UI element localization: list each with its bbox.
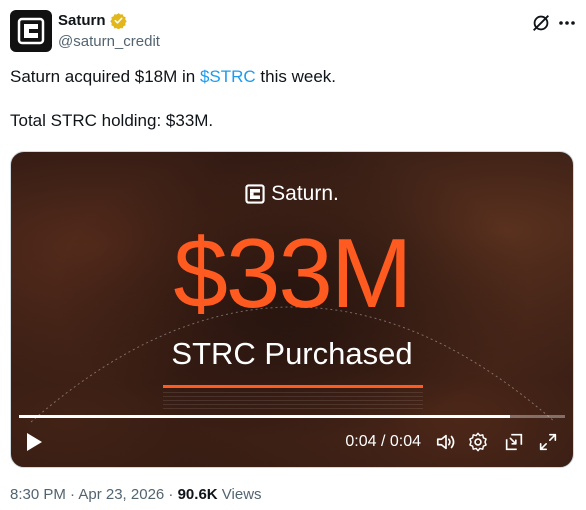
- video-progress-fill: [19, 415, 511, 418]
- author-name-row: Saturn: [58, 12, 127, 29]
- video-progress-bar[interactable]: [19, 415, 565, 418]
- saturn-logo-icon: [17, 17, 45, 45]
- more-icon: [559, 21, 575, 25]
- author-handle[interactable]: @saturn_credit: [58, 33, 160, 50]
- volume-icon[interactable]: [435, 431, 457, 453]
- tweet-text: Saturn acquired $18M in $STRC this week.…: [10, 66, 570, 132]
- tweet-line-1-suffix: this week.: [255, 67, 336, 86]
- saturn-logo-icon: [245, 184, 265, 204]
- video-subtitle: STRC Purchased: [171, 336, 413, 371]
- avatar[interactable]: [10, 10, 52, 52]
- video-time: 0:04 / 0:04: [345, 433, 421, 450]
- settings-icon[interactable]: [467, 431, 489, 453]
- tweet-meta: 8:30 PM · Apr 23, 2026 · 90.6K Views: [10, 486, 262, 503]
- tweet-timestamp[interactable]: 8:30 PM · Apr 23, 2026 ·: [10, 486, 178, 503]
- tweet-line-2: Total STRC holding: $33M.: [10, 111, 214, 130]
- video-controls: 0:04 / 0:04: [11, 419, 573, 467]
- verified-badge-icon[interactable]: [109, 12, 127, 29]
- fullscreen-icon[interactable]: [537, 431, 559, 453]
- tweet-line-1: Saturn acquired $18M in $STRC this week.: [10, 66, 570, 88]
- video-amount: $33M: [173, 218, 412, 328]
- grok-icon[interactable]: [530, 12, 552, 34]
- video-player[interactable]: Saturn. $33M STRC Purchased 0:04 / 0:04: [10, 151, 574, 468]
- views-count: 90.6K: [177, 486, 218, 503]
- cashtag-link[interactable]: $STRC: [200, 67, 256, 86]
- views-label: Views: [217, 486, 262, 503]
- more-options-button[interactable]: [556, 12, 578, 34]
- picture-in-picture-icon[interactable]: [503, 431, 525, 453]
- video-divider: [163, 385, 423, 388]
- play-icon[interactable]: [25, 432, 43, 452]
- video-brand-logo: Saturn.: [11, 182, 573, 206]
- video-fade-lines: [163, 392, 423, 412]
- display-name[interactable]: Saturn: [58, 12, 106, 29]
- video-brand-text: Saturn.: [271, 182, 339, 205]
- tweet-line-1-prefix: Saturn acquired $18M in: [10, 67, 200, 86]
